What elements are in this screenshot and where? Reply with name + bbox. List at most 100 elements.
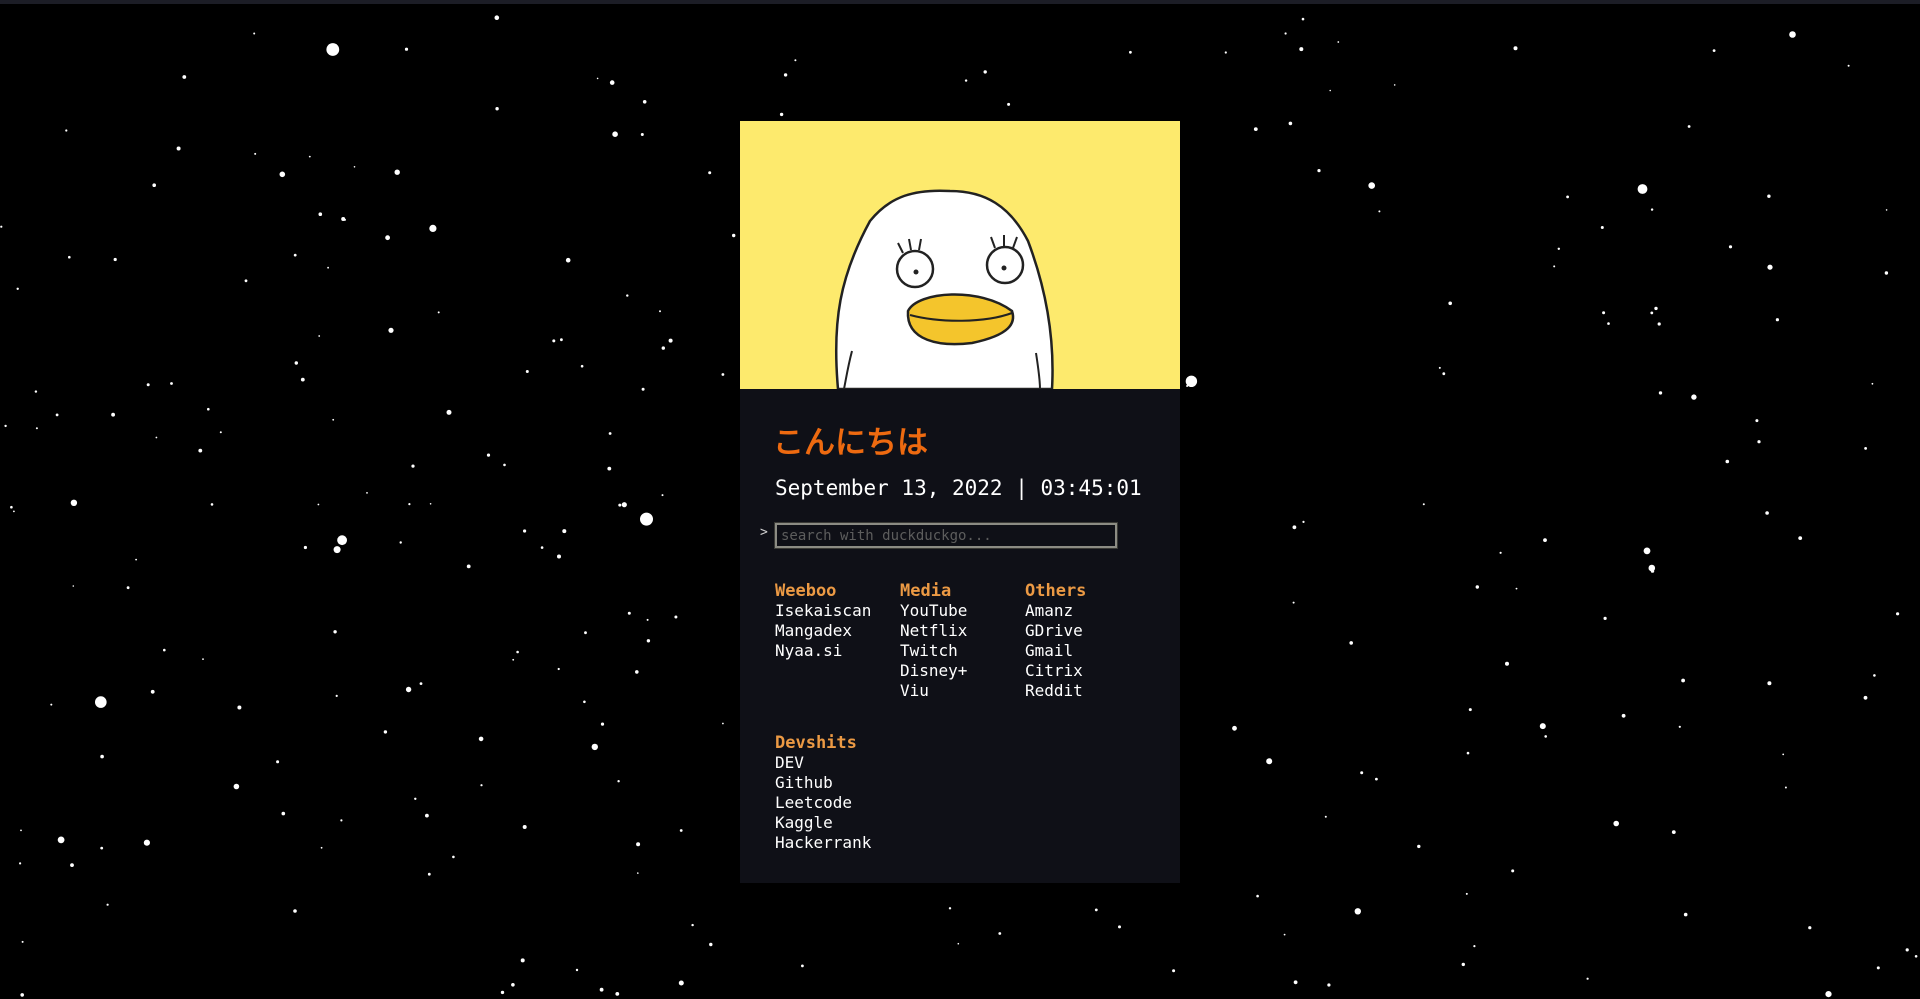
star	[414, 797, 417, 800]
star	[668, 338, 673, 343]
link-twitch[interactable]: Twitch	[900, 641, 1025, 661]
star	[983, 70, 987, 74]
star	[1232, 725, 1237, 731]
link-dev[interactable]: DEV	[775, 753, 900, 773]
link-gmail[interactable]: Gmail	[1025, 641, 1150, 661]
star	[640, 133, 644, 136]
group-title: Media	[900, 581, 952, 601]
star	[429, 224, 437, 232]
link-reddit[interactable]: Reddit	[1025, 681, 1150, 701]
star	[674, 615, 678, 619]
star	[641, 387, 645, 391]
star	[333, 630, 337, 634]
star	[1284, 32, 1287, 35]
link-netflix[interactable]: Netflix	[900, 621, 1025, 641]
group-weeboo: Weeboo Isekaiscan Mangadex Nyaa.si	[775, 581, 900, 701]
star	[1539, 723, 1546, 730]
star	[1266, 758, 1273, 765]
star	[427, 872, 431, 876]
star	[55, 413, 59, 417]
star	[425, 813, 429, 818]
star	[281, 811, 286, 816]
link-isekaiscan[interactable]: Isekaiscan	[775, 601, 900, 621]
star	[320, 846, 323, 849]
star	[16, 287, 19, 290]
star	[511, 983, 515, 987]
star	[1505, 661, 1509, 666]
star	[1600, 226, 1604, 229]
star	[1448, 301, 1452, 306]
link-amanz[interactable]: Amanz	[1025, 601, 1150, 621]
star	[1784, 786, 1787, 789]
link-youtube[interactable]: YouTube	[900, 601, 1025, 621]
star	[1566, 195, 1569, 199]
star	[1643, 547, 1651, 555]
star	[523, 529, 527, 533]
star	[1658, 391, 1663, 395]
star	[1798, 536, 1803, 540]
star	[34, 390, 38, 393]
star	[1515, 587, 1518, 590]
link-github[interactable]: Github	[775, 773, 900, 793]
link-viu[interactable]: Viu	[900, 681, 1025, 701]
star	[1368, 182, 1375, 189]
star	[1301, 17, 1305, 21]
star	[333, 546, 341, 554]
star	[708, 171, 712, 175]
link-citrix[interactable]: Citrix	[1025, 661, 1150, 681]
star	[70, 499, 78, 506]
star	[636, 842, 641, 847]
star	[163, 648, 166, 652]
star	[679, 829, 683, 832]
star	[661, 346, 665, 350]
star	[646, 639, 651, 643]
search-input[interactable]	[774, 522, 1118, 549]
star	[1375, 777, 1378, 781]
star	[1683, 912, 1688, 917]
star	[1253, 127, 1258, 131]
greeting-heading: こんにちは	[773, 425, 928, 461]
star	[111, 412, 115, 417]
link-kaggle[interactable]: Kaggle	[775, 813, 900, 833]
star	[1914, 955, 1918, 958]
star	[1650, 208, 1654, 211]
star	[659, 310, 661, 313]
star	[1873, 674, 1876, 677]
star	[219, 431, 222, 434]
star	[1186, 385, 1189, 387]
star	[525, 370, 529, 373]
link-gdrive[interactable]: GDrive	[1025, 621, 1150, 641]
link-leetcode[interactable]: Leetcode	[775, 793, 900, 813]
star	[210, 503, 214, 506]
star	[4, 424, 7, 428]
link-mangadex[interactable]: Mangadex	[775, 621, 900, 641]
star	[1808, 926, 1812, 930]
star	[478, 736, 484, 742]
star	[560, 338, 563, 342]
star	[70, 863, 74, 867]
star	[591, 743, 598, 751]
star	[1292, 525, 1297, 530]
star	[1687, 125, 1691, 128]
star	[1461, 962, 1466, 967]
star	[343, 218, 346, 221]
star	[1691, 394, 1697, 400]
link-nyaa[interactable]: Nyaa.si	[775, 641, 900, 661]
link-hackerrank[interactable]: Hackerrank	[775, 833, 900, 853]
star	[155, 436, 158, 439]
star	[318, 335, 321, 337]
star	[95, 696, 107, 708]
star	[293, 253, 297, 257]
star	[1553, 265, 1556, 268]
star	[516, 650, 519, 654]
star	[1438, 366, 1441, 369]
star	[1283, 933, 1286, 936]
star	[500, 990, 505, 995]
star	[1557, 247, 1561, 250]
star	[557, 667, 560, 671]
star	[520, 958, 525, 963]
link-disney-plus[interactable]: Disney+	[900, 661, 1025, 681]
star	[437, 311, 440, 314]
star	[1767, 264, 1773, 270]
star	[1789, 31, 1796, 38]
